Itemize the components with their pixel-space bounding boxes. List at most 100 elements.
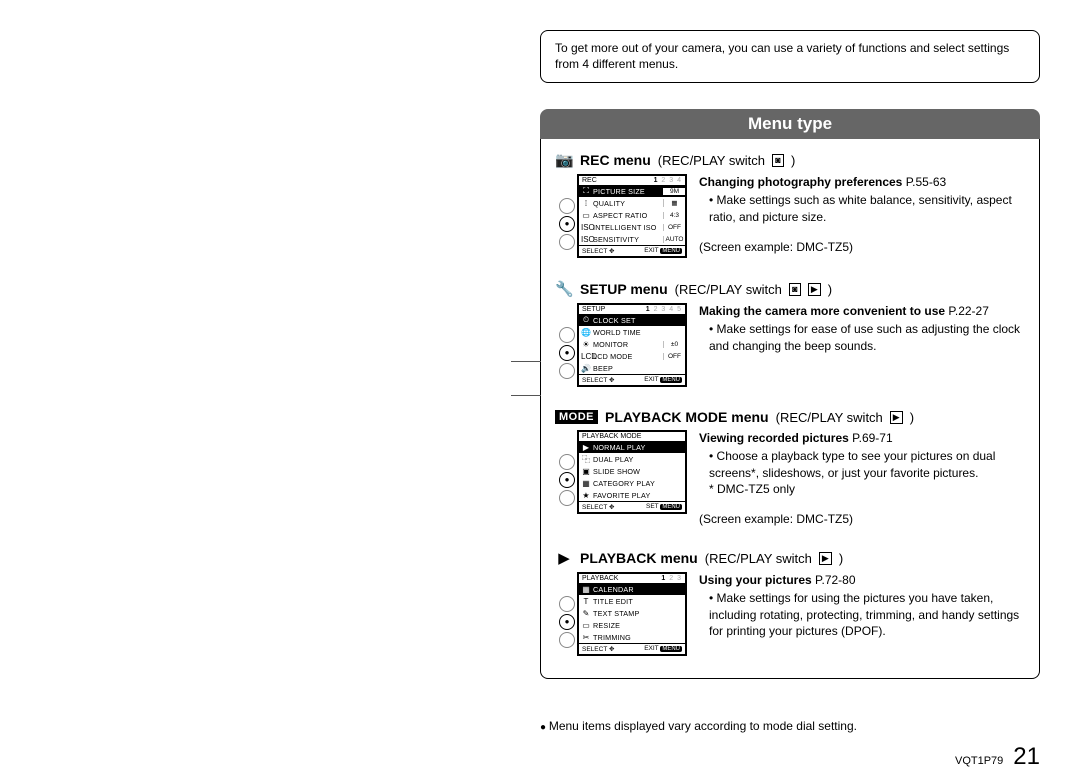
paren-close: ) bbox=[910, 410, 914, 425]
section-content: ●PLAYBACK1 2 3▦CALENDARTTITLE EDIT✎TEXT … bbox=[577, 572, 1025, 656]
menu-section: 📷REC menu (REC/PLAY switch ◙ )●REC1 2 3 … bbox=[555, 151, 1025, 258]
row-label: MONITOR bbox=[593, 340, 661, 349]
section-title-row: 📷 REC menu (REC/PLAY switch ◙ ) bbox=[555, 151, 1025, 169]
screen-menu-row: ▣SLIDE SHOW bbox=[579, 465, 685, 477]
desc-footnote: * DMC-TZ5 only bbox=[709, 481, 1025, 497]
row-icon: ISO bbox=[581, 223, 591, 232]
row-icon: ★ bbox=[581, 491, 591, 500]
mode-dial-icon: ● bbox=[559, 198, 575, 248]
screen-menu-row: ⛶PICTURE SIZE9M bbox=[579, 185, 685, 197]
mode-badge: MODE bbox=[555, 410, 598, 424]
row-icon: ▣ bbox=[581, 467, 591, 476]
lcd-screenshot: SETUP1 2 3 4 5⏲CLOCK SET🌐WORLD TIME☀MONI… bbox=[577, 303, 687, 387]
section-desc: Viewing recorded pictures P.69-71Choose … bbox=[699, 430, 1025, 527]
screen-menu-row: ISOINTELLIGENT ISOOFF bbox=[579, 221, 685, 233]
row-icon: ▭ bbox=[581, 211, 591, 220]
row-icon: ⛶ bbox=[581, 186, 591, 196]
desc-page-ref: P.55-63 bbox=[906, 175, 946, 189]
section-title-row: 🔧SETUP menu (REC/PLAY switch ◙ ▶ ) bbox=[555, 280, 1025, 298]
wrench-icon: 🔧 bbox=[555, 280, 573, 298]
row-label: TRIMMING bbox=[593, 633, 661, 642]
row-value: ±0 bbox=[663, 341, 685, 348]
screen-page-indicator: 1 2 3 4 bbox=[654, 177, 682, 184]
desc-page-ref: P.22-27 bbox=[948, 304, 988, 318]
screen-exit-hint: EXIT MENU bbox=[644, 247, 682, 255]
row-label: ASPECT RATIO bbox=[593, 211, 661, 220]
row-icon: ⏲ bbox=[581, 315, 591, 325]
row-icon: ISO bbox=[581, 235, 591, 244]
paren-close: ) bbox=[839, 551, 843, 566]
menu-body: 📷REC menu (REC/PLAY switch ◙ )●REC1 2 3 … bbox=[540, 139, 1040, 679]
menu-button-icon: MENU bbox=[660, 377, 682, 383]
screen-menu-row: ▦CATEGORY PLAY bbox=[579, 477, 685, 489]
footnote-text: Menu items displayed vary according to m… bbox=[549, 719, 857, 733]
screen-menu-row: LCDLCD MODEOFF bbox=[579, 350, 685, 362]
row-icon: ☀ bbox=[581, 340, 591, 349]
row-icon: ▭ bbox=[581, 621, 591, 630]
desc-title: Making the camera more convenient to use bbox=[699, 304, 948, 318]
row-label: DUAL PLAY bbox=[593, 455, 661, 464]
row-icon: T bbox=[581, 597, 591, 606]
screen-top-label: PLAYBACK bbox=[582, 575, 618, 582]
row-icon: ⁞ bbox=[581, 199, 591, 208]
camera-icon: 📷 bbox=[555, 151, 573, 169]
screen-page-indicator: 1 2 3 4 5 bbox=[646, 306, 682, 313]
menu-section: ▶PLAYBACK menu (REC/PLAY switch ▶ )●PLAY… bbox=[555, 549, 1025, 656]
screen-select-hint: SELECT ✥ bbox=[582, 503, 614, 511]
row-label: NORMAL PLAY bbox=[593, 443, 661, 452]
section-title: SETUP menu bbox=[580, 281, 668, 297]
section-subtitle: (REC/PLAY switch bbox=[675, 282, 782, 297]
row-icon: 🔊 bbox=[581, 364, 591, 373]
menu-type-title: Menu type bbox=[748, 114, 832, 133]
screen-menu-row: ⿻DUAL PLAY bbox=[579, 453, 685, 465]
section-subtitle: (REC/PLAY switch bbox=[658, 153, 765, 168]
row-value: 9M bbox=[663, 188, 685, 195]
mode-dial-icon: ● bbox=[559, 596, 575, 646]
row-value: OFF bbox=[663, 353, 685, 360]
mode-dial-icon: ● bbox=[559, 454, 575, 504]
lcd-screenshot: PLAYBACK1 2 3▦CALENDARTTITLE EDIT✎TEXT S… bbox=[577, 572, 687, 656]
row-label: CALENDAR bbox=[593, 585, 661, 594]
play-icon: ▶ bbox=[819, 552, 832, 565]
section-subtitle: (REC/PLAY switch bbox=[705, 551, 812, 566]
screen-menu-row: ☀MONITOR±0 bbox=[579, 338, 685, 350]
paren-close: ) bbox=[791, 153, 795, 168]
row-value: AUTO bbox=[663, 236, 685, 243]
camera-icon: ◙ bbox=[789, 283, 801, 296]
row-value: OFF bbox=[663, 224, 685, 231]
screen-menu-row: 🌐WORLD TIME bbox=[579, 326, 685, 338]
section-subtitle: (REC/PLAY switch bbox=[776, 410, 883, 425]
row-label: TEXT STAMP bbox=[593, 609, 661, 618]
screen-wrapper: ●REC1 2 3 4⛶PICTURE SIZE9M⁞QUALITY▦▭ASPE… bbox=[577, 174, 687, 258]
section-title-row: ▶PLAYBACK menu (REC/PLAY switch ▶ ) bbox=[555, 549, 1025, 567]
screen-menu-row: ▭RESIZE bbox=[579, 619, 685, 631]
section-content: ●REC1 2 3 4⛶PICTURE SIZE9M⁞QUALITY▦▭ASPE… bbox=[577, 174, 1025, 258]
row-label: WORLD TIME bbox=[593, 328, 661, 337]
screen-menu-row: ⁞QUALITY▦ bbox=[579, 197, 685, 209]
screen-top-label: SETUP bbox=[582, 306, 605, 313]
camera-icon: ◙ bbox=[772, 154, 784, 167]
menu-button-icon: MENU bbox=[660, 248, 682, 254]
section-title: REC menu bbox=[580, 152, 651, 168]
screen-exit-hint: EXIT MENU bbox=[644, 645, 682, 653]
screen-menu-row: ▭ASPECT RATIO4:3 bbox=[579, 209, 685, 221]
screen-menu-row: ✂TRIMMING bbox=[579, 631, 685, 643]
screen-menu-row: ✎TEXT STAMP bbox=[579, 607, 685, 619]
screen-top-label: PLAYBACK MODE bbox=[582, 433, 641, 440]
desc-title: Viewing recorded pictures bbox=[699, 431, 852, 445]
screen-select-hint: SELECT ✥ bbox=[582, 645, 614, 653]
screen-menu-row: ★FAVORITE PLAY bbox=[579, 489, 685, 501]
row-icon: ▶ bbox=[581, 443, 591, 452]
row-icon: ▦ bbox=[581, 479, 591, 488]
row-label: PICTURE SIZE bbox=[593, 187, 661, 196]
screen-menu-row: ▶NORMAL PLAY bbox=[579, 441, 685, 453]
screen-example-note: (Screen example: DMC-TZ5) bbox=[699, 511, 1025, 527]
screen-wrapper: ●PLAYBACK MODE▶NORMAL PLAY⿻DUAL PLAY▣SLI… bbox=[577, 430, 687, 514]
row-label: QUALITY bbox=[593, 199, 661, 208]
screen-menu-row: 🔊BEEP bbox=[579, 362, 685, 374]
screen-menu-row: ⏲CLOCK SET bbox=[579, 314, 685, 326]
row-icon: ⿻ bbox=[581, 454, 591, 465]
row-label: SENSITIVITY bbox=[593, 235, 661, 244]
row-label: CATEGORY PLAY bbox=[593, 479, 661, 488]
menu-button-icon: MENU bbox=[660, 646, 682, 652]
